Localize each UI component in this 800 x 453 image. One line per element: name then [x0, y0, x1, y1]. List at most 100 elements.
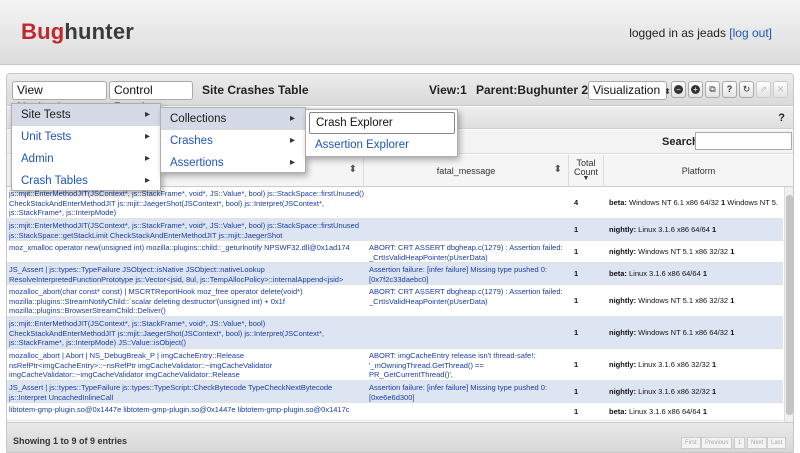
platform-branch: beta: — [609, 198, 627, 207]
logo-bug-text: Bug — [21, 19, 65, 44]
plus-circle-icon[interactable]: + — [688, 81, 703, 98]
platform-count: 1 — [712, 360, 717, 369]
total-count: 1 — [574, 387, 579, 396]
menu-item-unit-tests[interactable]: Unit Tests ▸ — [12, 126, 160, 148]
column-header-platform[interactable]: Platform — [604, 155, 793, 187]
platform-count: 1 — [712, 225, 717, 234]
platform-os: Linux 3.1.6 x86 64/64 — [629, 407, 701, 416]
panel-title: Site Crashes Table — [202, 83, 309, 97]
table-row[interactable]: JS_Assert | js::types::TypeFailure JSObj… — [7, 263, 783, 285]
platform-branch: beta: — [609, 269, 627, 278]
sort-desc-icon: ▼ — [582, 175, 590, 182]
site-tests-submenu: Collections ▸ Crashes ▸ Assertions ▸ — [160, 107, 306, 173]
platform-count: 1 — [730, 328, 735, 337]
platform-branch: nightly: — [609, 387, 637, 396]
table-scrollbar[interactable] — [784, 187, 793, 422]
crash-signature: js::mjit::EnterMethodJIT(JSContext*, js:… — [9, 221, 359, 240]
subbar-help-icon[interactable]: ? — [778, 112, 785, 124]
platform-cell: beta: Linux 3.1.6 x86 64/64 1 — [609, 407, 783, 417]
minus-circle-icon[interactable]: − — [671, 81, 686, 98]
crash-signature: js::mjit::EnterMethodJIT(JSContext*, js:… — [9, 189, 364, 217]
table-row[interactable]: mozalloc_abort(char const* const) | MSCR… — [7, 285, 783, 317]
menu-item-site-tests[interactable]: Site Tests ▸ — [12, 104, 160, 126]
fatal-message: ABORT: CRT ASSERT dbgheap.c(1279) : Asse… — [369, 287, 563, 306]
crash-signature: moz_xmalloc operator new(unsigned int) m… — [9, 243, 350, 252]
menu-item-collections[interactable]: Collections ▸ — [161, 108, 305, 130]
platform-count: 1 — [730, 247, 735, 256]
table-row[interactable]: js::mjit::EnterMethodJIT(JSContext*, js:… — [7, 219, 783, 241]
table-body: js::mjit::EnterMethodJIT(JSContext*, js:… — [7, 187, 783, 422]
parent-label: Parent:Bughunter 2 — [476, 83, 589, 97]
showing-entries-text: Showing 1 to 9 of 9 entries — [13, 436, 128, 446]
platform-extra: Windows NT 5. — [727, 198, 779, 207]
menu-item-label: Unit Tests — [21, 131, 72, 143]
bughunter-logo[interactable]: Bughunter — [21, 19, 134, 45]
column-label: Platform — [681, 166, 716, 176]
control-panel-select[interactable]: Control Panel⬍ — [109, 81, 193, 114]
platform-branch: nightly: — [609, 328, 637, 337]
crash-signature: js::mjit::EnterMethodJIT(JSContext*, js:… — [9, 319, 324, 347]
fatal-message: ABORT: imgCacheEntry release isn't threa… — [369, 351, 536, 379]
total-count: 1 — [574, 328, 579, 337]
menu-item-assertions[interactable]: Assertions ▸ — [161, 152, 305, 174]
table-row[interactable]: JS_Assert | js::types::TypeFailure js::t… — [7, 381, 783, 403]
logout-link[interactable]: [log out] — [729, 26, 772, 40]
table-row[interactable]: js::mjit::EnterMethodJIT(JSContext*, js:… — [7, 317, 783, 349]
menu-item-label: Assertions — [170, 157, 224, 169]
crash-signature: JS_Assert | js::types::TypeFailure JSObj… — [9, 265, 344, 284]
close-icon[interactable]: ✕ — [773, 81, 788, 98]
menu-item-admin[interactable]: Admin ▸ — [12, 148, 160, 170]
platform-os: Linux 3.1.6 x86 64/64 — [638, 225, 710, 234]
menu-item-crash-explorer[interactable]: Crash Explorer — [309, 112, 455, 134]
total-count: 1 — [574, 225, 579, 234]
platform-count: 1 — [721, 198, 726, 207]
visualization-select[interactable]: Visualization ⬍ — [588, 81, 671, 100]
crash-signature: mozalloc_abort(char const* const) | MSCR… — [9, 287, 303, 315]
copy-icon[interactable]: ⧉ — [705, 81, 720, 98]
platform-os: Windows NT 5.1 x86 32/32 — [638, 296, 729, 305]
platform-cell: beta: Windows NT 6.1 x86 64/32 1 Windows… — [609, 198, 783, 208]
platform-cell: nightly: Linux 3.1.6 x86 32/32 1 — [609, 360, 783, 370]
total-count: 1 — [574, 407, 579, 416]
crash-signature: libtotem-gmp-plugin.so@0x1447e libtotem-… — [9, 405, 350, 414]
menu-item-crash-tables[interactable]: Crash Tables ▸ — [12, 170, 160, 192]
view-navigation-select[interactable]: View Navigation⬍ — [12, 81, 107, 114]
sort-icon: ⬍ — [348, 164, 357, 175]
menu-item-assertion-explorer[interactable]: Assertion Explorer — [306, 134, 457, 156]
chevron-right-icon: ▸ — [144, 153, 150, 164]
crash-signature: mozalloc_abort | Abort | NS_DebugBreak_P… — [9, 351, 273, 379]
pager-last-button[interactable]: Last — [767, 437, 787, 449]
platform-os: Linux 3.1.6 x86 32/32 — [638, 360, 710, 369]
table-row[interactable]: libtotem-gmp-plugin.so@0x1447e libtotem-… — [7, 403, 783, 421]
platform-count: 1 — [702, 407, 708, 416]
help-icon[interactable]: ? — [722, 81, 737, 98]
pager-page-1-button[interactable]: 1 — [734, 437, 746, 449]
link-icon[interactable]: ⇗ — [756, 81, 771, 98]
total-count: 1 — [574, 360, 579, 369]
column-header-total-count[interactable]: Total Count ▼ — [569, 155, 604, 187]
column-header-fatal-message[interactable]: fatal_message ⬍ — [364, 155, 569, 187]
table-row[interactable]: moz_xmalloc operator new(unsigned int) m… — [7, 241, 783, 263]
column-label: fatal_message — [436, 166, 496, 176]
platform-branch: nightly: — [609, 247, 637, 256]
chevron-right-icon: ▸ — [144, 109, 150, 120]
menu-item-label: Admin — [21, 153, 54, 165]
table-row[interactable]: mozalloc_abort | Abort | NS_DebugBreak_P… — [7, 349, 783, 381]
table-footer: Showing 1 to 9 of 9 entries First Previo… — [7, 422, 793, 452]
pager-first-button[interactable]: First — [681, 437, 701, 449]
view-number: View:1 — [429, 83, 467, 97]
total-count: 1 — [574, 296, 579, 305]
menu-item-crashes[interactable]: Crashes ▸ — [161, 130, 305, 152]
search-input[interactable] — [695, 132, 792, 150]
pager-previous-button[interactable]: Previous — [701, 437, 733, 449]
pager-next-button[interactable]: Next — [747, 437, 768, 449]
refresh-icon[interactable]: ↻ — [739, 81, 754, 98]
chevron-right-icon: ▸ — [289, 135, 295, 146]
platform-os: Linux 3.1.6 x86 64/64 — [629, 269, 701, 278]
platform-cell: nightly: Windows NT 5.1 x86 32/32 1 — [609, 247, 783, 257]
app-header: Bughunter logged in as jeads [log out] — [0, 0, 800, 65]
platform-cell: nightly: Windows NT 6.1 x86 64/32 1 — [609, 328, 783, 338]
logo-hunter-text: hunter — [64, 19, 135, 44]
menu-item-label: Crash Tables — [21, 175, 88, 187]
scrollbar-thumb[interactable] — [786, 195, 793, 415]
